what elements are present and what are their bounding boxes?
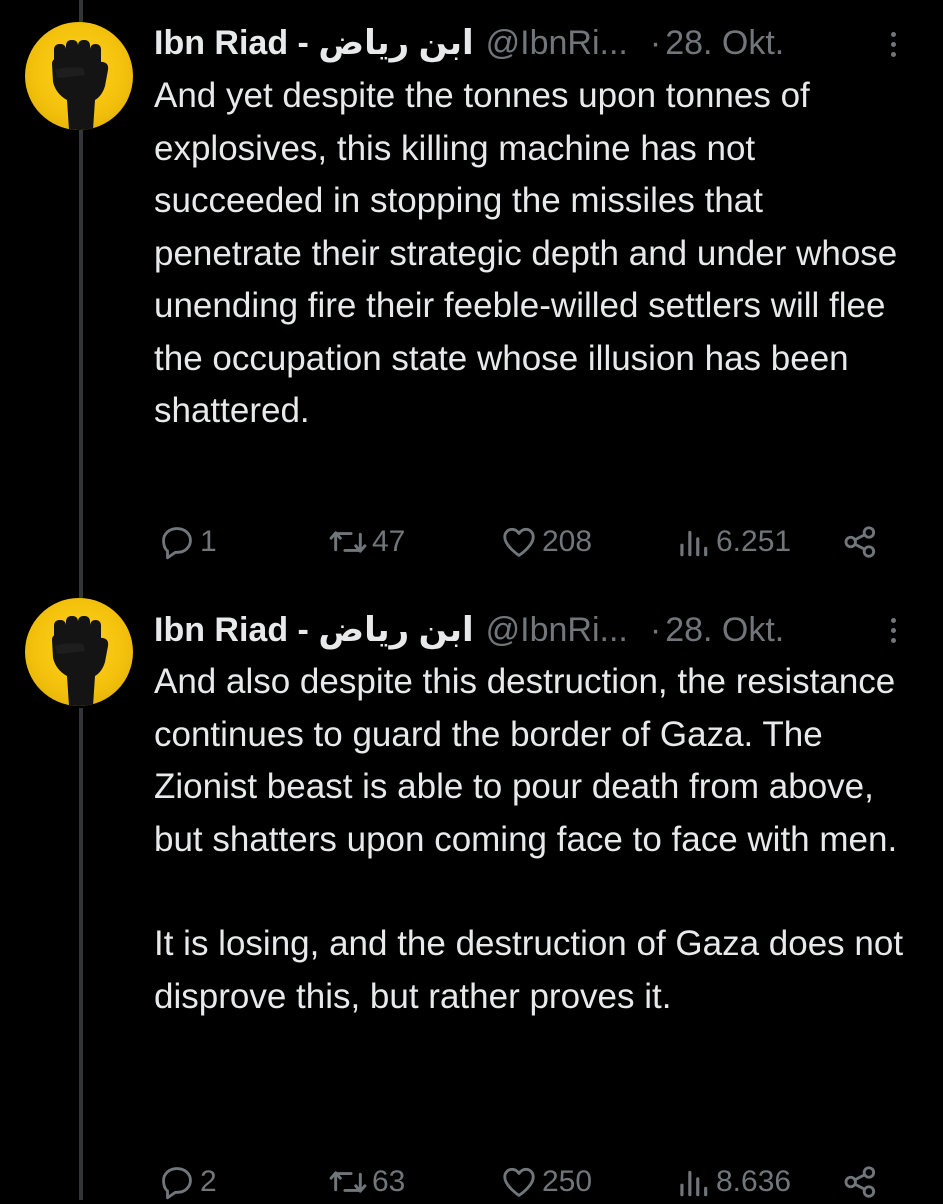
separator-dot: · (649, 610, 662, 649)
more-options-icon[interactable] (878, 612, 908, 648)
views-count: 6.251 (716, 525, 792, 558)
tweet-date[interactable]: 28. Okt. (665, 611, 784, 650)
author-name[interactable]: Ibn Riad - ابن رياض (154, 23, 474, 63)
views-button[interactable]: 6.251 (674, 520, 791, 564)
tweet-text: And yet despite the tonnes upon tonnes o… (154, 70, 914, 438)
reply-count: 2 (200, 1165, 217, 1198)
reply-icon (162, 527, 192, 560)
reply-button[interactable]: 2 (158, 1160, 217, 1204)
tweet-text: And also despite this destruction, the r… (154, 656, 914, 1023)
avatar[interactable] (25, 598, 133, 706)
author-handle[interactable]: @IbnRi... (486, 24, 628, 63)
author-handle[interactable]: @IbnRi... (486, 611, 628, 650)
repost-icon (329, 531, 367, 553)
repost-button[interactable]: 63 (328, 1160, 405, 1204)
views-count: 8.636 (716, 1165, 792, 1198)
like-button[interactable]: 250 (500, 1160, 592, 1204)
action-bar: 2 63 250 8.636 (0, 1160, 943, 1204)
tweet-date[interactable]: 28. Okt. (665, 24, 784, 63)
share-icon (844, 526, 876, 558)
like-count: 250 (542, 1165, 593, 1198)
tweet-paragraph: And also despite this destruction, the r… (154, 662, 898, 859)
tweet-paragraph: It is losing, and the destruction of Gaz… (154, 924, 904, 1016)
tweet-header: Ibn Riad - ابن رياض @IbnRi... · 28. Okt. (154, 19, 784, 67)
heart-icon (503, 1167, 535, 1197)
tweet[interactable]: Ibn Riad - ابن رياض @IbnRi... · 28. Okt.… (0, 598, 943, 1200)
like-count: 208 (542, 525, 593, 558)
tweet-header: Ibn Riad - ابن رياض @IbnRi... · 28. Okt. (154, 606, 784, 654)
views-icon (680, 530, 708, 557)
author-name[interactable]: Ibn Riad - ابن رياض (154, 610, 474, 650)
views-button[interactable]: 8.636 (674, 1160, 791, 1204)
share-button[interactable] (842, 520, 880, 564)
action-bar: 1 47 208 6.251 (0, 520, 943, 564)
share-button[interactable] (842, 1160, 880, 1204)
share-icon (844, 1166, 876, 1198)
separator-dot: · (649, 23, 662, 62)
heart-icon (503, 527, 535, 557)
avatar[interactable] (25, 22, 133, 130)
more-options-icon[interactable] (878, 26, 908, 62)
raised-fist-icon (52, 40, 109, 130)
repost-icon (329, 1171, 367, 1193)
like-button[interactable]: 208 (500, 520, 592, 564)
reply-count: 1 (200, 525, 217, 558)
tweet[interactable]: Ibn Riad - ابن رياض @IbnRi... · 28. Okt.… (0, 0, 943, 590)
repost-button[interactable]: 47 (328, 520, 405, 564)
views-icon (680, 1170, 708, 1197)
reply-button[interactable]: 1 (158, 520, 217, 564)
repost-count: 47 (372, 525, 406, 558)
reply-icon (162, 1167, 192, 1200)
raised-fist-icon (52, 616, 109, 706)
tweet-paragraph: And yet despite the tonnes upon tonnes o… (154, 76, 898, 430)
repost-count: 63 (372, 1165, 406, 1198)
